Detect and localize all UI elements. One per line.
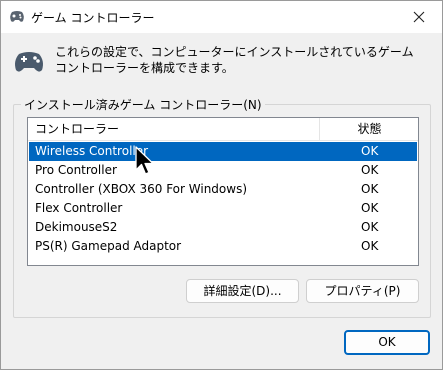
controller-name: Flex Controller <box>35 201 123 215</box>
controller-name: PS(R) Gamepad Adaptor <box>35 239 182 253</box>
controller-name: Pro Controller <box>35 163 117 177</box>
column-header-status[interactable]: 状態 <box>321 118 418 140</box>
list-item[interactable]: Controller (XBOX 360 For Windows) OK <box>29 180 417 199</box>
list-item[interactable]: Wireless Controller OK <box>29 142 417 161</box>
controller-status: OK <box>361 239 379 253</box>
properties-button[interactable]: プロパティ(P) <box>306 279 419 303</box>
title-bar: ゲーム コントローラー <box>1 1 442 33</box>
list-item[interactable]: Pro Controller OK <box>29 161 417 180</box>
close-icon <box>413 11 425 23</box>
ok-button[interactable]: OK <box>344 330 430 355</box>
window-title: ゲーム コントローラー <box>31 11 155 25</box>
controller-name: Wireless Controller <box>35 144 149 158</box>
controller-list[interactable]: コントローラー 状態 Wireless Controller OK Pro Co… <box>27 117 419 266</box>
controller-name: DekimouseS2 <box>35 220 118 234</box>
gamepad-icon <box>15 52 43 72</box>
controller-status: OK <box>361 201 379 215</box>
mouse-pointer-icon <box>135 146 154 175</box>
controller-status: OK <box>361 144 379 158</box>
controller-status: OK <box>361 163 379 177</box>
list-header: コントローラー 状態 <box>28 118 418 141</box>
gamepad-icon <box>10 11 24 22</box>
controller-status: OK <box>361 182 379 196</box>
controller-name: Controller (XBOX 360 For Windows) <box>35 182 248 196</box>
group-label: インストール済みゲーム コントローラー(N) <box>21 96 265 113</box>
column-header-controller[interactable]: コントローラー <box>28 118 320 140</box>
description-text: これらの設定で、コンピューターにインストールされているゲーム コントローラーを構… <box>55 45 414 75</box>
advanced-settings-button[interactable]: 詳細設定(D)... <box>186 279 299 303</box>
game-controllers-dialog: ゲーム コントローラー これらの設定で、コンピューターにインストールされているゲ… <box>0 0 443 370</box>
list-item[interactable]: Flex Controller OK <box>29 199 417 218</box>
controller-status: OK <box>361 220 379 234</box>
close-button[interactable] <box>396 1 442 33</box>
list-item[interactable]: DekimouseS2 OK <box>29 218 417 237</box>
list-item[interactable]: PS(R) Gamepad Adaptor OK <box>29 237 417 256</box>
